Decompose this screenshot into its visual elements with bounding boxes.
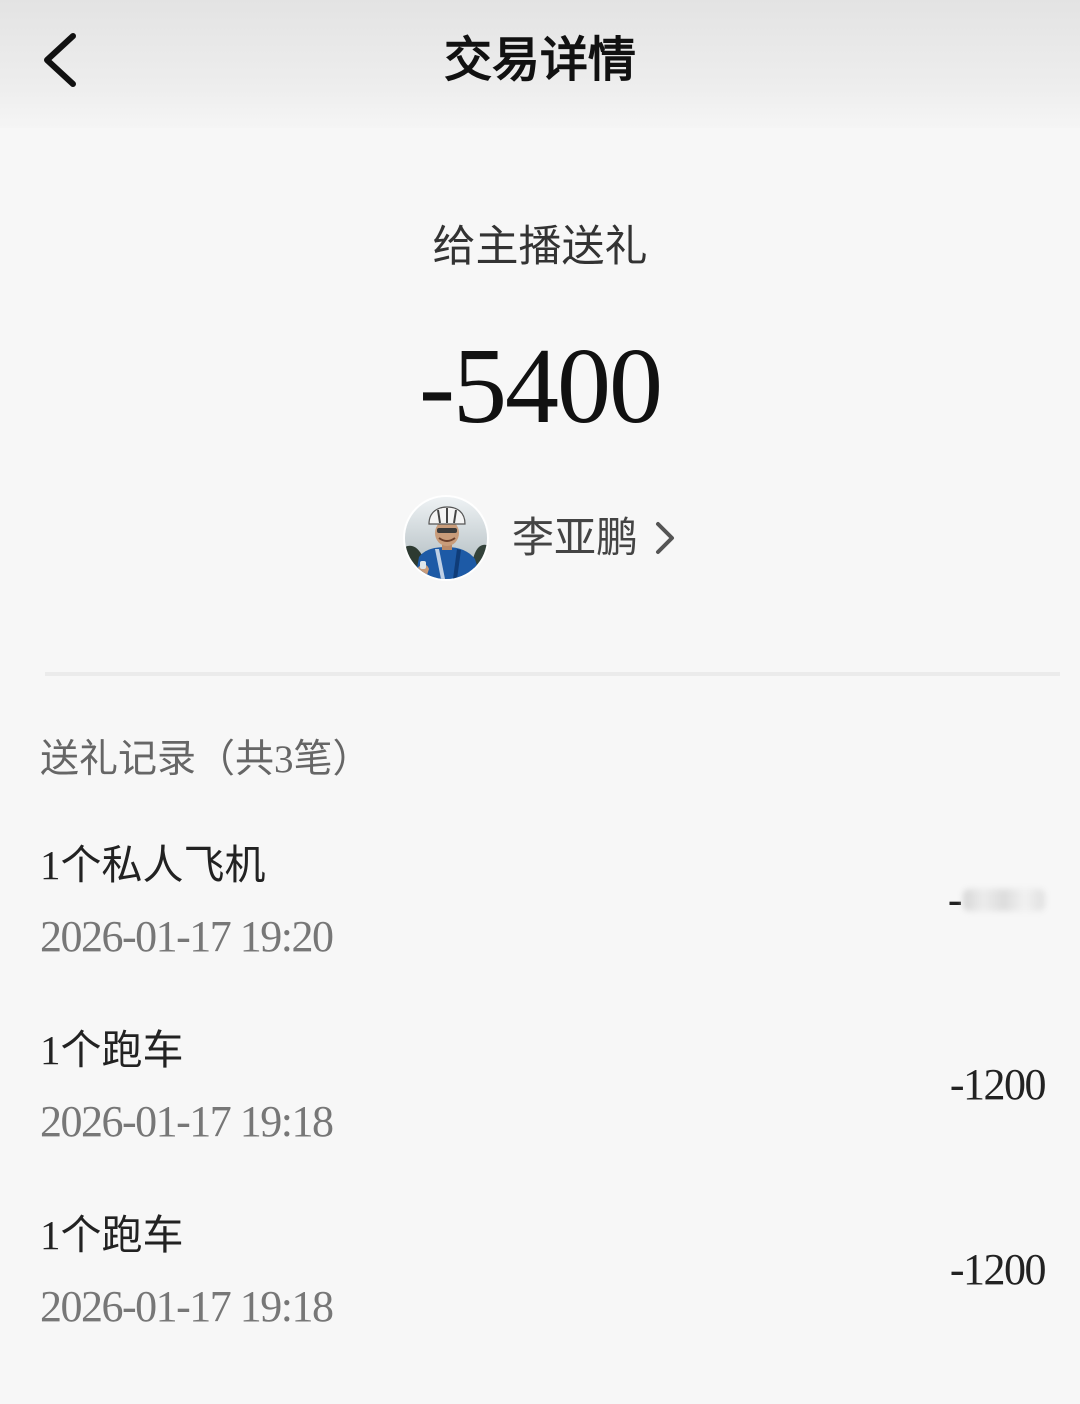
list-item: 1个跑车 2026-01-17 19:18 -1200 [0,1024,1080,1209]
gift-amount: -1200 [949,1059,1047,1111]
section-divider [45,672,1060,676]
chevron-left-icon [44,33,76,87]
avatar [405,497,487,579]
list-item: 1个私人飞机 2026-01-17 19:20 - [0,839,1080,1024]
page-title: 交易详情 [443,32,636,88]
blurred-amount-redaction [963,889,1045,911]
gift-time: 2026-01-17 19:20 [40,912,334,961]
recipient-name: 李亚鹏 [512,513,639,562]
gift-name: 1个跑车 [40,1027,184,1073]
gift-records-title: 送礼记录（共3笔） [40,738,372,781]
gift-time: 2026-01-17 19:18 [40,1097,334,1146]
transaction-type-label: 给主播送礼 [432,222,648,272]
gift-amount-text: - [947,875,963,924]
chevron-right-icon [652,519,678,557]
avatar-image [405,497,487,579]
gift-name: 1个跑车 [40,1212,184,1258]
gift-amount-text: -1200 [949,1060,1047,1109]
transaction-total-amount: -5400 [419,327,663,446]
gift-amount-text: -1200 [949,1245,1047,1294]
gift-amount: -1200 [949,1244,1047,1296]
gift-amount: - [948,874,1045,926]
top-navigation-bar: 交易详情 [0,0,1080,128]
gift-name: 1个私人飞机 [40,842,266,888]
gift-time: 2026-01-17 19:18 [40,1282,334,1331]
recipient-profile-link[interactable]: 李亚鹏 [400,492,690,584]
list-item: 1个跑车 2026-01-17 19:18 -1200 [0,1209,1080,1394]
back-button[interactable] [42,32,78,88]
